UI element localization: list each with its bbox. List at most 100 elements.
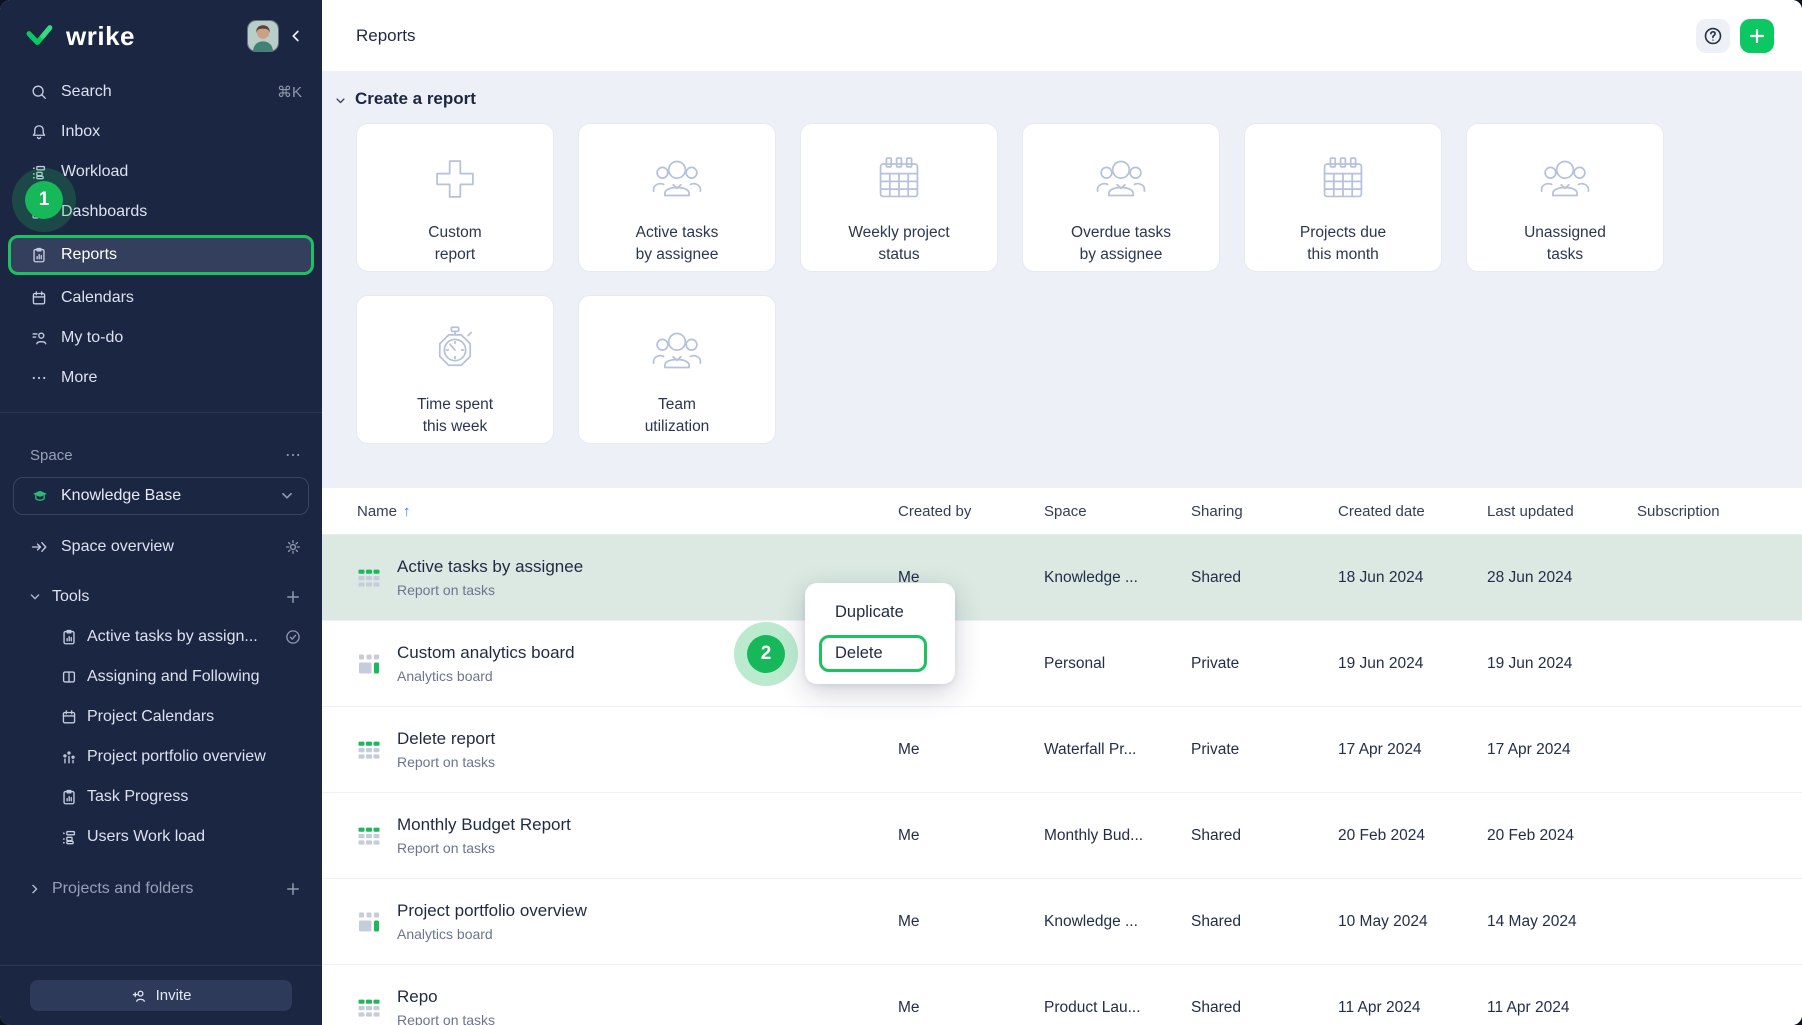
card-label-line2: by assignee <box>636 244 719 266</box>
chart-dots-icon <box>60 748 78 766</box>
cell-created-by: Me <box>898 999 1044 1017</box>
column-header-space[interactable]: Space <box>1044 503 1191 520</box>
template-card-overdue-tasks-by-assignee[interactable]: Overdue tasks by assignee <box>1022 123 1220 272</box>
avatar[interactable] <box>248 21 278 51</box>
help-button[interactable] <box>1696 19 1730 53</box>
column-header-sharing[interactable]: Sharing <box>1191 503 1338 520</box>
space-selector[interactable]: Knowledge Base <box>13 477 309 515</box>
card-label-line1: Team <box>645 394 710 416</box>
report-row-active-tasks-by-assignee[interactable]: Active tasks by assignee Report on tasks… <box>322 535 1802 621</box>
calendar-large-icon <box>868 144 930 214</box>
cell-sharing: Private <box>1191 741 1338 759</box>
cell-last-updated: 28 Jun 2024 <box>1487 569 1637 587</box>
space-overview-item[interactable]: Space overview <box>0 527 322 567</box>
space-menu-icon[interactable] <box>284 446 302 464</box>
sidebar-item-reports[interactable]: Reports <box>8 235 314 275</box>
chevron-right-icon <box>27 880 43 898</box>
main-content: Reports Create a report Custom report <box>322 0 1802 1025</box>
sidebar-tool-assigning-and-following[interactable]: Assigning and Following <box>0 657 322 697</box>
nav-item-label: More <box>61 369 302 387</box>
template-card-custom-report[interactable]: Custom report <box>356 123 554 272</box>
report-row-monthly-budget-report[interactable]: Monthly Budget Report Report on tasks Me… <box>322 793 1802 879</box>
template-card-projects-due-this-month[interactable]: Projects due this month <box>1244 123 1442 272</box>
sidebar-item-calendars[interactable]: Calendars <box>0 278 322 318</box>
sidebar-nav: Search ⌘K Inbox Workload Dashboards R <box>0 72 322 398</box>
report-row-delete-report[interactable]: Delete report Report on tasks Me Waterfa… <box>322 707 1802 793</box>
report-row-custom-analytics-board[interactable]: Custom analytics board Analytics board M… <box>322 621 1802 707</box>
cell-space: Knowledge ... <box>1044 569 1191 587</box>
tools-section-header[interactable]: Tools <box>0 577 322 617</box>
sidebar-item-inbox[interactable]: Inbox <box>0 112 322 152</box>
clipboard-chart-icon <box>60 788 78 806</box>
template-cards: Custom report Active tasks by assignee W… <box>356 123 1664 444</box>
workload-icon <box>30 163 48 181</box>
add-tool-icon[interactable] <box>284 588 302 606</box>
tool-item-label: Assigning and Following <box>87 668 302 686</box>
collapse-sidebar-icon[interactable] <box>284 24 308 48</box>
template-card-active-tasks-by-assignee[interactable]: Active tasks by assignee <box>578 123 776 272</box>
card-label-line1: Projects due <box>1300 222 1386 244</box>
template-card-weekly-project-status[interactable]: Weekly project status <box>800 123 998 272</box>
cell-created-date: 18 Jun 2024 <box>1338 569 1487 587</box>
sidebar-tool-project-portfolio-overview[interactable]: Project portfolio overview <box>0 737 322 777</box>
sidebar-tool-active-tasks-by-assign[interactable]: Active tasks by assign... <box>0 617 322 657</box>
create-report-title: Create a report <box>355 89 476 109</box>
create-report-button[interactable] <box>1740 19 1774 53</box>
sidebar-tool-task-progress[interactable]: Task Progress <box>0 777 322 817</box>
sidebar-item-search[interactable]: Search ⌘K <box>0 72 322 112</box>
report-type: Report on tasks <box>397 754 495 770</box>
cell-created-date: 20 Feb 2024 <box>1338 827 1487 845</box>
tool-item-label: Project portfolio overview <box>87 748 302 766</box>
template-card-team-utilization[interactable]: Team utilization <box>578 295 776 444</box>
cell-sharing: Shared <box>1191 569 1338 587</box>
report-type: Analytics board <box>397 926 587 942</box>
template-card-unassigned-tasks[interactable]: Unassigned tasks <box>1466 123 1664 272</box>
cell-created-by: Me <box>898 913 1044 931</box>
context-menu-delete[interactable]: Delete <box>822 638 924 669</box>
create-report-collapse[interactable]: Create a report <box>322 84 1802 114</box>
nav-item-label: Calendars <box>61 289 302 307</box>
cell-created-date: 11 Apr 2024 <box>1338 999 1487 1017</box>
cell-created-date: 17 Apr 2024 <box>1338 741 1487 759</box>
sidebar-tool-project-calendars[interactable]: Project Calendars <box>0 697 322 737</box>
sidebar-item-more[interactable]: More <box>0 358 322 398</box>
card-label-line1: Unassigned <box>1524 222 1606 244</box>
nav-item-label: Inbox <box>61 123 302 141</box>
people-icon <box>1090 144 1152 214</box>
gear-icon[interactable] <box>284 538 302 556</box>
column-header-created-by[interactable]: Created by <box>898 503 1044 520</box>
invite-button[interactable]: Invite <box>30 980 292 1011</box>
column-header-name[interactable]: Name ↑ <box>322 503 898 520</box>
card-label-line1: Custom <box>428 222 481 244</box>
board-icon <box>357 910 381 934</box>
sidebar-item-my-to-do[interactable]: My to-do <box>0 318 322 358</box>
column-header-last-updated[interactable]: Last updated <box>1487 503 1637 520</box>
column-header-subscription[interactable]: Subscription <box>1637 503 1802 520</box>
tool-item-label: Task Progress <box>87 788 302 806</box>
nav-item-label: Dashboards <box>61 203 302 221</box>
projects-and-folders-item[interactable]: Projects and folders <box>0 869 322 909</box>
cell-created-date: 10 May 2024 <box>1338 913 1487 931</box>
create-report-section: Create a report Custom report Active tas… <box>322 71 1802 488</box>
cell-sharing: Shared <box>1191 827 1338 845</box>
app-window: wrike Search ⌘K Inbox Workl <box>0 0 1802 1025</box>
add-project-icon[interactable] <box>284 880 302 898</box>
person-list-icon <box>30 329 48 347</box>
column-header-created-date[interactable]: Created date <box>1338 503 1487 520</box>
tools-label: Tools <box>52 588 284 606</box>
space-name: Knowledge Base <box>61 487 278 505</box>
sidebar-tool-users-work-load[interactable]: Users Work load <box>0 817 322 857</box>
template-card-time-spent-this-week[interactable]: Time spent this week <box>356 295 554 444</box>
cell-created-by: Me <box>898 741 1044 759</box>
card-label-line2: by assignee <box>1071 244 1171 266</box>
cell-space: Waterfall Pr... <box>1044 741 1191 759</box>
cell-sharing: Shared <box>1191 913 1338 931</box>
people-icon <box>646 144 708 214</box>
report-row-repo[interactable]: Repo Report on tasks Me Product Lau... S… <box>322 965 1802 1025</box>
report-name: Repo <box>397 987 495 1007</box>
page-header: Reports <box>322 0 1802 71</box>
context-menu-duplicate[interactable]: Duplicate <box>805 593 955 631</box>
card-label-line1: Weekly project <box>848 222 949 244</box>
report-row-project-portfolio-overview[interactable]: Project portfolio overview Analytics boa… <box>322 879 1802 965</box>
cell-sharing: Private <box>1191 655 1338 673</box>
